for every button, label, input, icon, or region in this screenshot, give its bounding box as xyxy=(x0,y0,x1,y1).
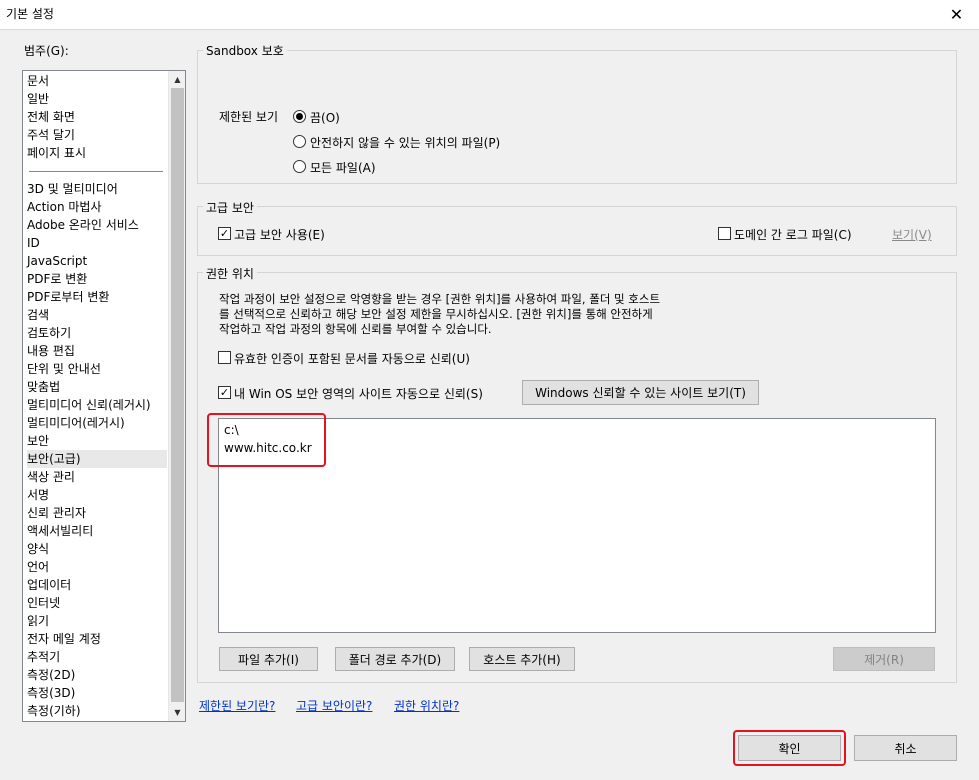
highlight-box-ok xyxy=(733,730,846,766)
category-item[interactable]: 양식 xyxy=(27,540,167,558)
trust-os-zone-label[interactable]: 내 Win OS 보안 영역의 사이트 자동으로 신뢰(S) xyxy=(234,385,483,402)
category-item[interactable]: PDF로 변환 xyxy=(27,270,167,288)
category-item[interactable]: 보안(고급) xyxy=(27,450,167,468)
enable-enhanced-label[interactable]: 고급 보안 사용(E) xyxy=(234,226,325,243)
category-item[interactable]: 신뢰 관리자 xyxy=(27,504,167,522)
add-host-button[interactable]: 호스트 추가(H) xyxy=(469,647,575,671)
protected-view-help-link[interactable]: 제한된 보기란? xyxy=(199,697,275,714)
scroll-up-icon[interactable]: ▲ xyxy=(169,71,186,88)
view-trusted-sites-button[interactable]: Windows 신뢰할 수 있는 사이트 보기(T) xyxy=(522,380,759,405)
category-item[interactable]: ID xyxy=(27,234,167,252)
highlight-box-locations xyxy=(207,413,326,467)
trust-os-zone-checkbox[interactable]: ✓ xyxy=(218,386,231,399)
title-bar: 기본 설정 ✕ xyxy=(0,0,979,30)
description-line-3: 작업하고 작업 과정의 항목에 신뢰를 부여할 수 있습니다. xyxy=(219,322,492,336)
category-item[interactable]: 측정(2D) xyxy=(27,666,167,684)
category-item[interactable]: 언어 xyxy=(27,558,167,576)
category-item[interactable]: 색상 관리 xyxy=(27,468,167,486)
category-item[interactable]: JavaScript xyxy=(27,252,167,270)
scroll-down-icon[interactable]: ▼ xyxy=(169,704,186,721)
category-item[interactable]: 내용 편집 xyxy=(27,342,167,360)
window-title: 기본 설정 xyxy=(6,7,54,21)
category-item[interactable]: Adobe 온라인 서비스 xyxy=(27,216,167,234)
radio-all-files[interactable] xyxy=(293,160,306,173)
category-item[interactable]: PDF로부터 변환 xyxy=(27,288,167,306)
add-file-button[interactable]: 파일 추가(I) xyxy=(219,647,318,671)
category-item[interactable]: 인터넷 xyxy=(27,594,167,612)
category-item[interactable]: 액세서빌리티 xyxy=(27,522,167,540)
radio-all-files-label[interactable]: 모든 파일(A) xyxy=(310,159,376,176)
category-item[interactable]: 업데이터 xyxy=(27,576,167,594)
privileged-locations-help-link[interactable]: 권한 위치란? xyxy=(394,697,459,714)
cross-domain-checkbox[interactable] xyxy=(718,227,731,240)
description-line-2: 를 선택적으로 신뢰하고 해당 보안 설정 제한을 무시하십시오. [권한 위치… xyxy=(219,307,653,321)
category-item[interactable]: 주석 달기 xyxy=(27,126,167,144)
close-icon: ✕ xyxy=(949,5,964,24)
radio-unsafe-locations[interactable] xyxy=(293,135,306,148)
radio-off[interactable] xyxy=(293,110,306,123)
category-item[interactable]: 측정(3D) xyxy=(27,684,167,702)
category-item[interactable]: 보안 xyxy=(27,432,167,450)
category-list[interactable]: 문서 일반 전체 화면 주석 달기 페이지 표시 3D 및 멀티미디어 Action 마법사… xyxy=(22,70,186,722)
category-item[interactable]: Action 마법사 xyxy=(27,198,167,216)
category-item[interactable]: 일반 xyxy=(27,90,167,108)
category-item[interactable]: 전체 화면 xyxy=(27,108,167,126)
cross-domain-label[interactable]: 도메인 간 로그 파일(C) xyxy=(734,226,852,243)
category-scrollbar[interactable]: ▲ ▼ xyxy=(168,71,185,721)
cancel-button[interactable]: 취소 xyxy=(854,735,957,761)
view-log-link[interactable]: 보기(V) xyxy=(892,226,932,243)
category-item[interactable]: 서명 xyxy=(27,486,167,504)
trust-certified-checkbox[interactable] xyxy=(218,351,231,364)
protected-view-label: 제한된 보기 xyxy=(219,110,279,124)
category-item[interactable]: 측정(기하) xyxy=(27,702,167,720)
description-line-1: 작업 과정이 보안 설정으로 악영향을 받는 경우 [권한 위치]를 사용하여 … xyxy=(219,292,661,306)
category-item[interactable]: 읽기 xyxy=(27,612,167,630)
radio-unsafe-locations-label[interactable]: 안전하지 않을 수 있는 위치의 파일(P) xyxy=(310,134,500,151)
trust-certified-label[interactable]: 유효한 인증이 포함된 문서를 자동으로 신뢰(U) xyxy=(234,350,470,367)
add-folder-button[interactable]: 폴더 경로 추가(D) xyxy=(335,647,455,671)
category-item[interactable]: 단위 및 안내선 xyxy=(27,360,167,378)
remove-button[interactable]: 제거(R) xyxy=(833,647,935,671)
scroll-thumb[interactable] xyxy=(171,88,184,702)
category-item[interactable]: 멀티미디어(레거시) xyxy=(27,414,167,432)
category-items: 문서 일반 전체 화면 주석 달기 페이지 표시 3D 및 멀티미디어 Action 마법사… xyxy=(23,71,168,721)
category-item[interactable]: 3D 및 멀티미디어 xyxy=(27,180,167,198)
category-item[interactable]: 검토하기 xyxy=(27,324,167,342)
enhanced-security-help-link[interactable]: 고급 보안이란? xyxy=(296,697,372,714)
category-item[interactable]: 멀티미디어 신뢰(레거시) xyxy=(27,396,167,414)
sandbox-title: Sandbox 보호 xyxy=(203,42,287,59)
radio-off-label[interactable]: 끔(O) xyxy=(310,109,340,126)
close-button[interactable]: ✕ xyxy=(934,0,979,29)
enable-enhanced-checkbox[interactable]: ✓ xyxy=(218,227,231,240)
category-item[interactable]: 전자 메일 계정 xyxy=(27,630,167,648)
enhanced-security-title: 고급 보안 xyxy=(203,199,257,216)
category-item[interactable]: 맞춤법 xyxy=(27,378,167,396)
category-separator xyxy=(29,171,163,172)
category-label: 범주(G): xyxy=(24,44,69,58)
category-item[interactable]: 페이지 표시 xyxy=(27,144,167,162)
privileged-locations-title: 권한 위치 xyxy=(203,265,257,282)
category-item[interactable]: 추적기 xyxy=(27,648,167,666)
category-item[interactable]: 문서 xyxy=(27,72,167,90)
category-item[interactable]: 검색 xyxy=(27,306,167,324)
